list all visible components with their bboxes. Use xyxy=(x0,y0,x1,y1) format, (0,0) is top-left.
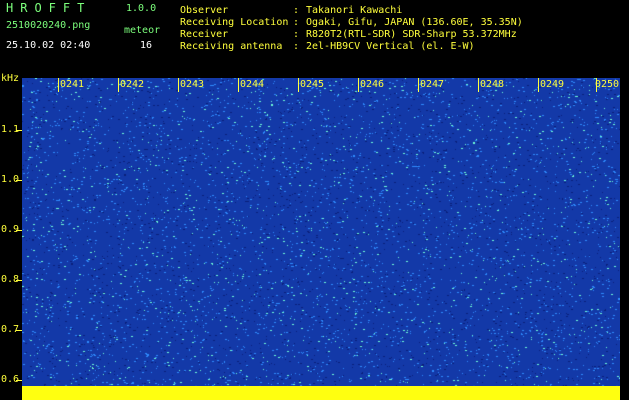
version-label: 1.0.0 xyxy=(126,3,157,14)
observer-key: Observer xyxy=(180,5,229,16)
y-tick xyxy=(16,180,22,181)
datetime-label: 25.10.02 02:40 xyxy=(6,40,91,51)
right-edge xyxy=(620,78,629,400)
spectrogram-noise xyxy=(22,78,620,398)
receiver-sep: : xyxy=(293,29,300,40)
x-tick xyxy=(118,78,119,92)
x-tick-label: 0248 xyxy=(480,79,505,90)
antenna-sep: : xyxy=(293,41,300,52)
x-tick xyxy=(358,78,359,92)
antenna-value: 2el-HB9CV Vertical (el. E-W) xyxy=(306,41,475,52)
x-tick-label: 0250 xyxy=(595,79,620,90)
x-tick-label: 0243 xyxy=(180,79,205,90)
receiver-key: Receiver xyxy=(180,29,229,40)
observer-value: Takanori Kawachi xyxy=(306,5,403,16)
y-tick xyxy=(16,280,22,281)
x-tick-label: 0241 xyxy=(60,79,85,90)
detection-count: 16 xyxy=(140,40,153,51)
y-tick xyxy=(16,330,22,331)
observer-sep: : xyxy=(293,5,300,16)
x-tick xyxy=(178,78,179,92)
x-tick-label: 0244 xyxy=(240,79,265,90)
filename-label: 2510020240.png xyxy=(6,20,91,31)
x-tick xyxy=(478,78,479,92)
y-tick xyxy=(16,230,22,231)
x-tick xyxy=(538,78,539,92)
x-tick-label: 0245 xyxy=(300,79,325,90)
x-tick xyxy=(58,78,59,92)
y-tick xyxy=(16,380,22,381)
x-tick-label: 0247 xyxy=(420,79,445,90)
receiver-value: R820T2(RTL-SDR) SDR-Sharp 53.372MHz xyxy=(306,29,517,40)
x-tick xyxy=(418,78,419,92)
location-key: Receiving Location xyxy=(180,17,289,28)
y-tick xyxy=(16,130,22,131)
x-tick-label: 0242 xyxy=(120,79,145,90)
x-tick-label: 0246 xyxy=(360,79,385,90)
app-title: HROFFT xyxy=(6,1,92,15)
x-tick-label: 0249 xyxy=(540,79,565,90)
spectrogram-plot xyxy=(22,78,620,398)
x-tick xyxy=(238,78,239,92)
x-tick xyxy=(298,78,299,92)
y-axis-unit: kHz xyxy=(1,73,20,84)
detection-label: meteor xyxy=(124,25,161,36)
baseline-band xyxy=(22,386,620,400)
antenna-key: Receiving antenna xyxy=(180,41,283,52)
location-sep: : xyxy=(293,17,300,28)
location-value: Ogaki, Gifu, JAPAN (136.60E, 35.35N) xyxy=(306,17,523,28)
